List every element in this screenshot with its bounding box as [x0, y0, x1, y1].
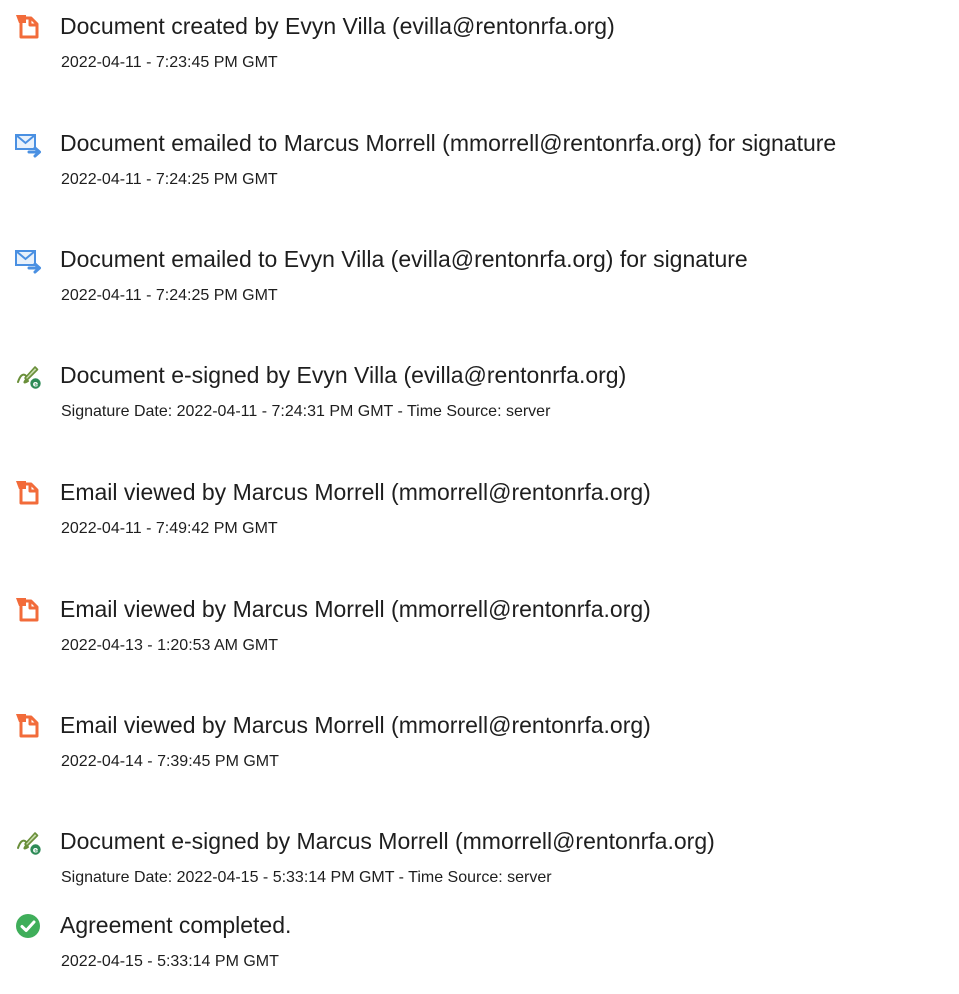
event-title: Email viewed by Marcus Morrell (mmorrell… [60, 479, 651, 505]
event-title: Email viewed by Marcus Morrell (mmorrell… [60, 712, 651, 738]
event-timestamp: 2022-04-11 - 7:49:42 PM GMT [61, 520, 278, 537]
event-timestamp: 2022-04-11 - 7:24:25 PM GMT [61, 171, 278, 188]
event-title: Document e-signed by Marcus Morrell (mmo… [60, 828, 715, 854]
event-timestamp: Signature Date: 2022-04-11 - 7:24:31 PM … [61, 403, 551, 420]
event-timestamp: 2022-04-11 - 7:23:45 PM GMT [61, 54, 278, 71]
esign-icon: e [14, 828, 42, 856]
svg-text:e: e [33, 845, 39, 854]
event-title: Document emailed to Evyn Villa (evilla@r… [60, 246, 748, 272]
timeline-entry: Document created by Evyn Villa (evilla@r… [0, 10, 959, 90]
event-title: Email viewed by Marcus Morrell (mmorrell… [60, 596, 651, 622]
timeline-entry: Email viewed by Marcus Morrell (mmorrell… [0, 593, 959, 673]
document-icon [14, 479, 42, 507]
timeline-entry: Agreement completed. 2022-04-15 - 5:33:1… [0, 909, 959, 989]
audit-trail-timeline: Document created by Evyn Villa (evilla@r… [0, 0, 959, 994]
document-icon [14, 13, 42, 41]
timeline-entry: Document emailed to Evyn Villa (evilla@r… [0, 243, 959, 323]
esign-icon: e [14, 362, 42, 390]
timeline-entry: Email viewed by Marcus Morrell (mmorrell… [0, 709, 959, 789]
document-icon [14, 596, 42, 624]
event-title: Document e-signed by Evyn Villa (evilla@… [60, 362, 627, 388]
timeline-entry: Email viewed by Marcus Morrell (mmorrell… [0, 476, 959, 556]
event-timestamp: 2022-04-14 - 7:39:45 PM GMT [61, 753, 279, 770]
email-icon [14, 130, 42, 158]
document-icon [14, 712, 42, 740]
event-title: Document emailed to Marcus Morrell (mmor… [60, 130, 837, 156]
check-circle-icon [14, 912, 42, 940]
email-icon [14, 246, 42, 274]
event-title: Document created by Evyn Villa (evilla@r… [60, 13, 615, 39]
svg-text:e: e [33, 379, 39, 388]
event-title: Agreement completed. [60, 912, 292, 938]
event-timestamp: 2022-04-11 - 7:24:25 PM GMT [61, 287, 278, 304]
timeline-entry: e Document e-signed by Evyn Villa (evill… [0, 359, 959, 439]
event-timestamp: 2022-04-15 - 5:33:14 PM GMT [61, 953, 279, 970]
event-timestamp: 2022-04-13 - 1:20:53 AM GMT [61, 637, 278, 654]
timeline-entry: e Document e-signed by Marcus Morrell (m… [0, 825, 959, 905]
event-timestamp: Signature Date: 2022-04-15 - 5:33:14 PM … [61, 869, 552, 886]
timeline-entry: Document emailed to Marcus Morrell (mmor… [0, 127, 959, 207]
